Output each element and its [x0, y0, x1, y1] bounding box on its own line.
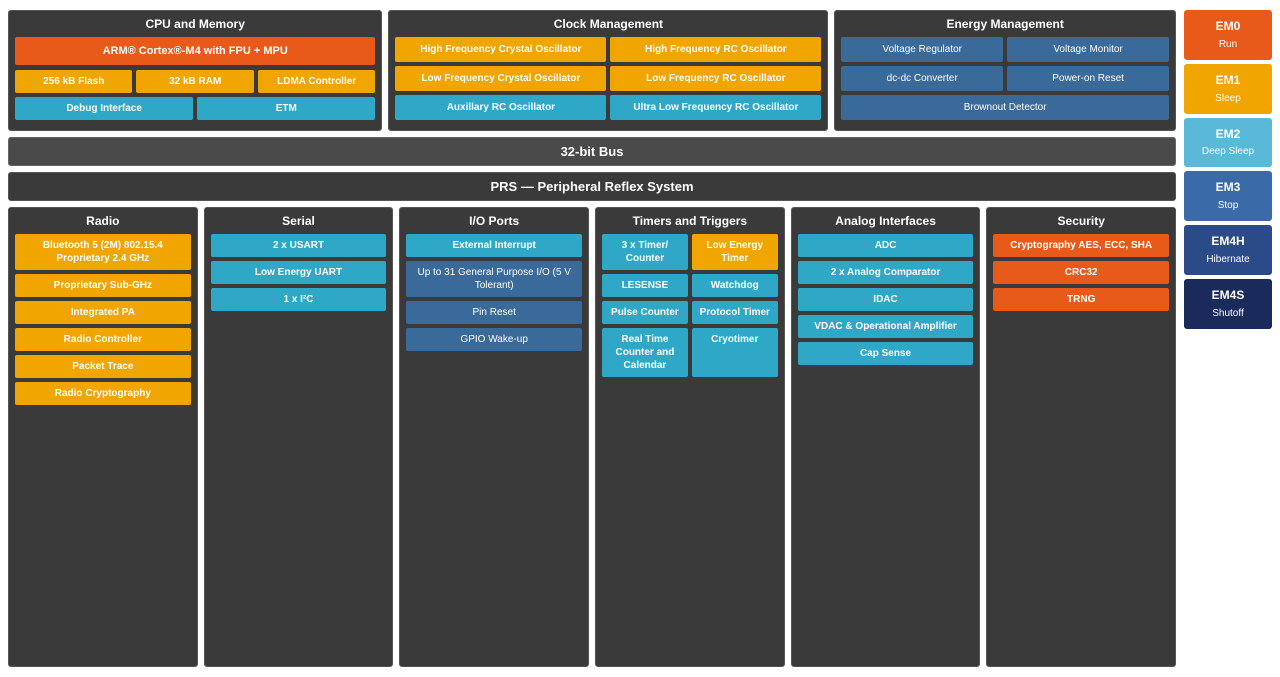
- timers-title: Timers and Triggers: [602, 214, 778, 228]
- cpu-title: CPU and Memory: [15, 17, 375, 31]
- em4h-id: EM4H: [1211, 234, 1244, 248]
- clock-title: Clock Management: [395, 17, 821, 31]
- em2-label: Deep Sleep: [1202, 146, 1254, 157]
- chip-cap-sense: Cap Sense: [798, 342, 974, 365]
- chip-crypto: Cryptography AES, ECC, SHA: [993, 234, 1169, 257]
- chip-comparator: 2 x Analog Comparator: [798, 261, 974, 284]
- chip-por: Power-on Reset: [1007, 66, 1169, 91]
- top-row: CPU and Memory ARM® Cortex®-M4 with FPU …: [8, 10, 1176, 131]
- chip-ulf-rc: Ultra Low Frequency RC Oscillator: [610, 95, 821, 120]
- chip-vmon: Voltage Monitor: [1007, 37, 1169, 62]
- chip-protocol-timer: Protocol Timer: [692, 301, 778, 324]
- chip-vdac: VDAC & Operational Amplifier: [798, 315, 974, 338]
- chip-adc: ADC: [798, 234, 974, 257]
- cpu-arm-bar: ARM® Cortex®-M4 with FPU + MPU: [15, 37, 375, 65]
- chip-integrated-pa: Integrated PA: [15, 301, 191, 324]
- em2-chip: EM2 Deep Sleep: [1184, 118, 1272, 168]
- em2-id: EM2: [1216, 127, 1241, 141]
- cpu-row-2: Debug Interface ETM: [15, 97, 375, 120]
- timers-grid: 3 x Timer/ Counter Low Energy Timer LESE…: [602, 234, 778, 377]
- chip-debug: Debug Interface: [15, 97, 193, 120]
- chip-radio-crypto: Radio Cryptography: [15, 382, 191, 405]
- energy-title: Energy Management: [841, 17, 1169, 31]
- chip-pulse-counter: Pulse Counter: [602, 301, 688, 324]
- chip-ram: 32 kB RAM: [136, 70, 253, 93]
- security-section: Security Cryptography AES, ECC, SHA CRC3…: [986, 207, 1176, 667]
- analog-title: Analog Interfaces: [798, 214, 974, 228]
- main-wrapper: CPU and Memory ARM® Cortex®-M4 with FPU …: [0, 0, 1280, 677]
- chip-radio-ctrl: Radio Controller: [15, 328, 191, 351]
- radio-section: Radio Bluetooth 5 (2M) 802.15.4 Propriet…: [8, 207, 198, 667]
- chip-hf-rc: High Frequency RC Oscillator: [610, 37, 821, 62]
- chip-lesense: LESENSE: [602, 274, 688, 297]
- io-section: I/O Ports External Interrupt Up to 31 Ge…: [399, 207, 589, 667]
- bottom-row: Radio Bluetooth 5 (2M) 802.15.4 Propriet…: [8, 207, 1176, 667]
- chip-ldma: LDMA Controller: [258, 70, 375, 93]
- security-title: Security: [993, 214, 1169, 228]
- em1-label: Sleep: [1215, 93, 1241, 104]
- chip-trng: TRNG: [993, 288, 1169, 311]
- chip-aux-rc: Auxillary RC Oscillator: [395, 95, 606, 120]
- clock-grid: High Frequency Crystal Oscillator High F…: [395, 37, 821, 120]
- chip-cryotimer: Cryotimer: [692, 328, 778, 377]
- chip-etm: ETM: [197, 97, 375, 120]
- chip-crc32: CRC32: [993, 261, 1169, 284]
- chip-usart: 2 x USART: [211, 234, 387, 257]
- em4s-id: EM4S: [1212, 288, 1245, 302]
- serial-section: Serial 2 x USART Low Energy UART 1 x I²C: [204, 207, 394, 667]
- prs-row: PRS — Peripheral Reflex System: [8, 172, 1176, 201]
- chip-brownout: Brownout Detector: [841, 95, 1169, 120]
- energy-grid: Voltage Regulator Voltage Monitor dc-dc …: [841, 37, 1169, 120]
- chip-dcdc: dc-dc Converter: [841, 66, 1003, 91]
- em0-label: Run: [1219, 39, 1237, 50]
- chip-bt5: Bluetooth 5 (2M) 802.15.4 Proprietary 2.…: [15, 234, 191, 270]
- em4s-label: Shutoff: [1212, 308, 1244, 319]
- chip-sub-ghz: Proprietary Sub-GHz: [15, 274, 191, 297]
- em1-id: EM1: [1216, 73, 1241, 87]
- serial-title: Serial: [211, 214, 387, 228]
- chip-ext-int: External Interrupt: [406, 234, 582, 257]
- em0-chip: EM0 Run: [1184, 10, 1272, 60]
- io-title: I/O Ports: [406, 214, 582, 228]
- chip-le-timer: Low Energy Timer: [692, 234, 778, 270]
- em4s-chip: EM4S Shutoff: [1184, 279, 1272, 329]
- diagram-area: CPU and Memory ARM® Cortex®-M4 with FPU …: [8, 10, 1176, 667]
- chip-watchdog: Watchdog: [692, 274, 778, 297]
- chip-packet-trace: Packet Trace: [15, 355, 191, 378]
- timers-section: Timers and Triggers 3 x Timer/ Counter L…: [595, 207, 785, 667]
- chip-lf-rc: Low Frequency RC Oscillator: [610, 66, 821, 91]
- em0-id: EM0: [1216, 19, 1241, 33]
- em3-label: Stop: [1218, 200, 1239, 211]
- em1-chip: EM1 Sleep: [1184, 64, 1272, 114]
- chip-hf-crystal: High Frequency Crystal Oscillator: [395, 37, 606, 62]
- chip-i2c: 1 x I²C: [211, 288, 387, 311]
- em4h-label: Hibernate: [1206, 254, 1249, 265]
- chip-lf-crystal: Low Frequency Crystal Oscillator: [395, 66, 606, 91]
- chip-vreg: Voltage Regulator: [841, 37, 1003, 62]
- chip-leuart: Low Energy UART: [211, 261, 387, 284]
- chip-gpio-wakeup: GPIO Wake-up: [406, 328, 582, 351]
- cpu-row-1: 256 kB Flash 32 kB RAM LDMA Controller: [15, 70, 375, 93]
- em-sidebar: EM0 Run EM1 Sleep EM2 Deep Sleep EM3 Sto…: [1184, 10, 1272, 667]
- clock-section: Clock Management High Frequency Crystal …: [388, 10, 828, 131]
- chip-rtc: Real Time Counter and Calendar: [602, 328, 688, 377]
- analog-section: Analog Interfaces ADC 2 x Analog Compara…: [791, 207, 981, 667]
- chip-gpio31: Up to 31 General Purpose I/O (5 V Tolera…: [406, 261, 582, 297]
- em3-chip: EM3 Stop: [1184, 171, 1272, 221]
- em3-id: EM3: [1216, 180, 1241, 194]
- energy-section: Energy Management Voltage Regulator Volt…: [834, 10, 1176, 131]
- chip-idac: IDAC: [798, 288, 974, 311]
- cpu-section: CPU and Memory ARM® Cortex®-M4 with FPU …: [8, 10, 382, 131]
- radio-title: Radio: [15, 214, 191, 228]
- em4h-chip: EM4H Hibernate: [1184, 225, 1272, 275]
- chip-timer-counter: 3 x Timer/ Counter: [602, 234, 688, 270]
- chip-flash: 256 kB Flash: [15, 70, 132, 93]
- chip-pin-reset: Pin Reset: [406, 301, 582, 324]
- bus-row: 32-bit Bus: [8, 137, 1176, 166]
